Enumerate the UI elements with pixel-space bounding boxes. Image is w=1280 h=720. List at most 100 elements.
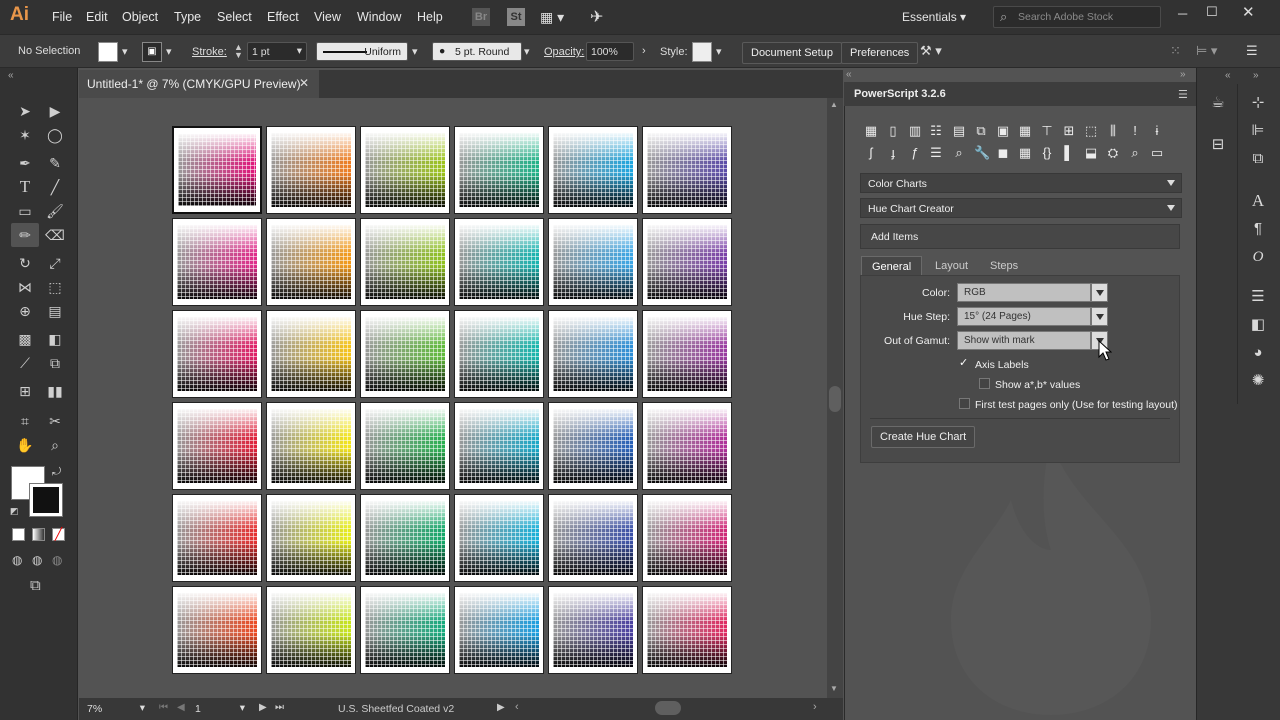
stock-icon[interactable]: St [507, 8, 525, 26]
script-icon-16[interactable]: ɟ [886, 145, 900, 160]
direct-selection-tool-icon[interactable]: ▶ [44, 100, 66, 122]
artboard-thumbnail[interactable] [642, 310, 732, 398]
artboard-thumbnail[interactable] [454, 218, 544, 306]
artboard-thumbnail[interactable] [360, 402, 450, 490]
gradient-mode-icon[interactable] [32, 528, 45, 541]
transparency-icon[interactable]: ◕ [1247, 342, 1269, 364]
script-panel-icon[interactable]: ⊟ [1207, 134, 1229, 156]
script-icon-14[interactable]: ɨ [1150, 123, 1164, 138]
menu-help[interactable]: Help [417, 10, 443, 24]
script-icon-17[interactable]: ƒ [908, 145, 922, 160]
script-icon-1[interactable]: ▦ [864, 123, 878, 138]
script-icon-28[interactable]: ▭ [1150, 145, 1164, 160]
fill-swatch[interactable] [98, 42, 118, 62]
curvature-tool-icon[interactable]: ✎ [44, 152, 66, 174]
opacity-arrow-icon[interactable]: › [642, 45, 646, 57]
powerscript-panel-icon[interactable]: ☕ [1207, 92, 1229, 114]
symbol-sprayer-tool-icon[interactable]: ⊞ [14, 380, 36, 402]
type-tool-icon[interactable]: T [14, 176, 36, 198]
selection-tool-icon[interactable]: ➤ [14, 100, 36, 122]
paragraph-icon[interactable]: ¶ [1247, 218, 1269, 240]
magic-wand-tool-icon[interactable]: ✶ [14, 124, 36, 146]
zoom-tool-icon[interactable]: ⌕ [44, 434, 66, 456]
artboard-thumbnail[interactable] [454, 402, 544, 490]
artboard-tool-icon[interactable]: ⌗ [14, 410, 36, 432]
brush-dropdown-icon[interactable]: ▾ [524, 45, 530, 58]
stroke-dropdown-icon[interactable]: ▾ [166, 45, 172, 58]
workspace-switcher[interactable]: Essentials ▾ [902, 10, 966, 24]
control-menu-icon[interactable]: ☰ [1246, 43, 1258, 59]
last-artboard-icon[interactable]: ⏭ [275, 702, 284, 713]
opacity-label[interactable]: Opacity: [544, 46, 584, 58]
draw-inside-icon[interactable]: ◍ [52, 553, 62, 567]
profile-dropdown-icon[interactable]: ▾ [412, 45, 418, 58]
bridge-icon[interactable]: Br [472, 8, 490, 26]
expand-dock-icon[interactable]: » [1253, 70, 1259, 81]
first-artboard-icon[interactable]: ⏮ [159, 702, 168, 713]
artboard-number-select[interactable]: 1 ▾ [191, 700, 249, 718]
rotate-tool-icon[interactable]: ↻ [14, 252, 36, 274]
collapse-left-panel-icon[interactable]: « [846, 69, 852, 80]
style-dropdown-icon[interactable]: ▾ [716, 45, 722, 58]
vertical-scroll-thumb[interactable] [829, 386, 841, 412]
previous-artboard-icon[interactable]: ◀ [177, 702, 185, 713]
fill-dropdown-icon[interactable]: ▾ [122, 45, 128, 58]
script-icon-19[interactable]: ⌕ [952, 145, 966, 160]
artboard-thumbnail[interactable] [360, 586, 450, 674]
artboard-thumbnail[interactable] [360, 310, 450, 398]
close-icon[interactable]: ✕ [1242, 3, 1255, 21]
maximize-icon[interactable]: ☐ [1206, 4, 1218, 20]
artboard-thumbnail[interactable] [172, 494, 262, 582]
horizontal-scroll-thumb[interactable] [655, 701, 681, 715]
stroke-stepper[interactable]: ▲ ▼ [234, 43, 243, 60]
lasso-tool-icon[interactable]: ◯ [44, 124, 66, 146]
align-icon[interactable]: ⊫ [1247, 120, 1269, 142]
artboard-thumbnail[interactable] [454, 494, 544, 582]
artboard-thumbnail[interactable] [360, 494, 450, 582]
scale-tool-icon[interactable]: ⤢ [44, 252, 66, 274]
axis-labels-checkbox[interactable]: ✓ [959, 358, 970, 369]
script-icon-24[interactable]: ▌ [1062, 145, 1076, 160]
transform-icon[interactable]: ⊹ [1247, 92, 1269, 114]
mesh-tool-icon[interactable]: ▩ [14, 328, 36, 350]
gradient-tool-icon[interactable]: ◧ [44, 328, 66, 350]
stroke-label[interactable]: Stroke: [192, 46, 227, 58]
script-icon-7[interactable]: ▣ [996, 123, 1010, 138]
draw-normal-icon[interactable]: ◍ [12, 553, 22, 567]
artboard-thumbnail[interactable] [454, 310, 544, 398]
artboard-thumbnail[interactable] [642, 402, 732, 490]
hue-step-select[interactable]: 15° (24 Pages) [957, 307, 1091, 326]
document-tab[interactable]: Untitled-1* @ 7% (CMYK/GPU Preview) ✕ [79, 70, 319, 98]
artboard-thumbnail[interactable] [266, 126, 356, 214]
first-test-checkbox[interactable] [959, 398, 970, 409]
scroll-down-icon[interactable]: ▼ [830, 684, 838, 693]
pencil-tool-icon[interactable]: ✏ [11, 223, 39, 247]
artboard-thumbnail[interactable] [172, 126, 262, 214]
tab-layout[interactable]: Layout [925, 256, 978, 276]
menu-type[interactable]: Type [174, 10, 201, 24]
blend-tool-icon[interactable]: ⧉ [44, 352, 66, 374]
artboard-thumbnail[interactable] [266, 218, 356, 306]
search-stock-input[interactable]: ⌕ Search Adobe Stock [993, 6, 1161, 28]
draw-behind-icon[interactable]: ◍ [32, 553, 42, 567]
artboard-thumbnail[interactable] [172, 586, 262, 674]
gradient-panel-icon[interactable]: ◧ [1247, 314, 1269, 336]
color-select[interactable]: RGB [957, 283, 1091, 302]
artboard-thumbnail[interactable] [360, 218, 450, 306]
tab-general[interactable]: General [861, 256, 923, 276]
artboard-thumbnail[interactable] [266, 586, 356, 674]
script-icon-15[interactable]: ʃ [864, 145, 878, 160]
none-mode-icon[interactable]: ╱ [52, 528, 65, 541]
script-icon-5[interactable]: ▤ [952, 123, 966, 138]
artboard-thumbnail[interactable] [172, 218, 262, 306]
character-icon[interactable]: A [1247, 190, 1269, 212]
panel-menu-icon[interactable]: ☰ [1178, 88, 1188, 101]
color-mode-icon[interactable] [12, 528, 25, 541]
eyedropper-tool-icon[interactable]: ⟋ [14, 352, 36, 374]
expand-panel-icon[interactable]: » [1180, 69, 1186, 80]
script-icon-12[interactable]: ⫼ [1106, 123, 1120, 138]
script-icon-18[interactable]: ☰ [929, 145, 943, 160]
script-icon-6[interactable]: ⧉ [974, 123, 988, 138]
style-swatch[interactable] [692, 42, 712, 62]
script-icon-22[interactable]: ▦ [1018, 145, 1032, 160]
